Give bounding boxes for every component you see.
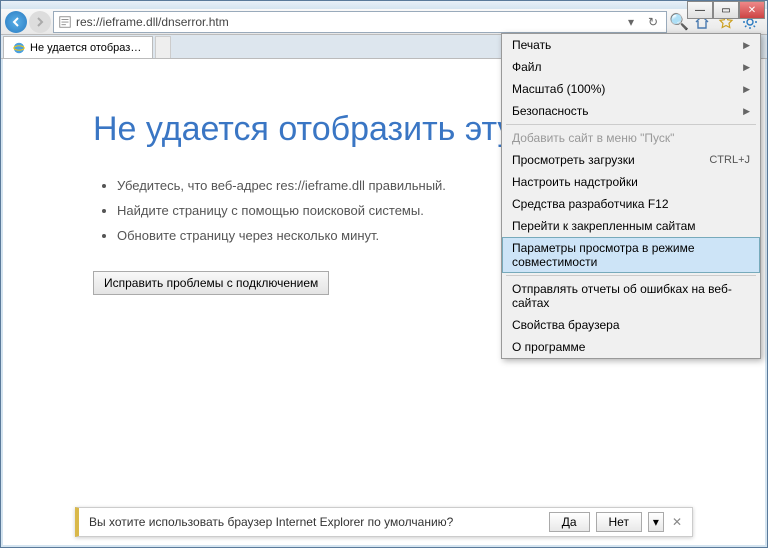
titlebar: — ▭ ✕ xyxy=(1,1,767,9)
minimize-button[interactable]: — xyxy=(687,1,713,19)
tools-menu: Печать▶ Файл▶ Масштаб (100%)▶ Безопаснос… xyxy=(501,33,761,359)
back-button[interactable] xyxy=(5,11,27,33)
menu-zoom[interactable]: Масштаб (100%)▶ xyxy=(502,78,760,100)
browser-window: — ▭ ✕ res://ieframe.dll/dnserror.htm ▾ ↻… xyxy=(0,0,768,548)
dropdown-icon[interactable]: ▾ xyxy=(622,15,640,29)
menu-downloads[interactable]: Просмотреть загрузкиCTRL+J xyxy=(502,149,760,171)
menu-about[interactable]: О программе xyxy=(502,336,760,358)
page-icon xyxy=(58,15,72,29)
fix-connection-button[interactable]: Исправить проблемы с подключением xyxy=(93,271,329,295)
no-dropdown-button[interactable]: ▾ xyxy=(648,512,664,532)
close-button[interactable]: ✕ xyxy=(739,1,765,19)
maximize-button[interactable]: ▭ xyxy=(713,1,739,19)
menu-report-errors[interactable]: Отправлять отчеты об ошибках на веб-сайт… xyxy=(502,278,760,314)
menu-print[interactable]: Печать▶ xyxy=(502,34,760,56)
chevron-right-icon: ▶ xyxy=(743,106,750,117)
search-icon[interactable]: 🔍 xyxy=(669,12,687,32)
menu-separator xyxy=(506,124,756,125)
menu-addons[interactable]: Настроить надстройки xyxy=(502,171,760,193)
menu-add-start: Добавить сайт в меню "Пуск" xyxy=(502,127,760,149)
menu-devtools[interactable]: Средства разработчика F12 xyxy=(502,193,760,215)
default-browser-bar: Вы хотите использовать браузер Internet … xyxy=(75,507,693,537)
menu-browser-properties[interactable]: Свойства браузера xyxy=(502,314,760,336)
shortcut-label: CTRL+J xyxy=(709,154,750,166)
menu-file[interactable]: Файл▶ xyxy=(502,56,760,78)
new-tab-button[interactable] xyxy=(155,36,171,58)
chevron-right-icon: ▶ xyxy=(743,40,750,51)
chevron-right-icon: ▶ xyxy=(743,84,750,95)
menu-separator xyxy=(506,275,756,276)
no-button[interactable]: Нет xyxy=(596,512,642,532)
url-text: res://ieframe.dll/dnserror.htm xyxy=(76,15,618,29)
chevron-right-icon: ▶ xyxy=(743,62,750,73)
navbar: res://ieframe.dll/dnserror.htm ▾ ↻ 🔍 xyxy=(1,9,767,35)
refresh-icon[interactable]: ↻ xyxy=(644,15,662,29)
ie-icon xyxy=(12,41,26,55)
close-bar-icon[interactable]: ✕ xyxy=(672,515,682,529)
yes-button[interactable]: Да xyxy=(549,512,590,532)
address-bar[interactable]: res://ieframe.dll/dnserror.htm ▾ ↻ xyxy=(53,11,667,33)
tab-title: Не удается отобразить эту... xyxy=(30,42,144,54)
menu-safety[interactable]: Безопасность▶ xyxy=(502,100,760,122)
menu-compat-view[interactable]: Параметры просмотра в режиме совместимос… xyxy=(502,237,760,273)
menu-pinned[interactable]: Перейти к закрепленным сайтам xyxy=(502,215,760,237)
prompt-message: Вы хотите использовать браузер Internet … xyxy=(89,515,543,529)
tab-active[interactable]: Не удается отобразить эту... xyxy=(3,36,153,58)
forward-button[interactable] xyxy=(29,11,51,33)
